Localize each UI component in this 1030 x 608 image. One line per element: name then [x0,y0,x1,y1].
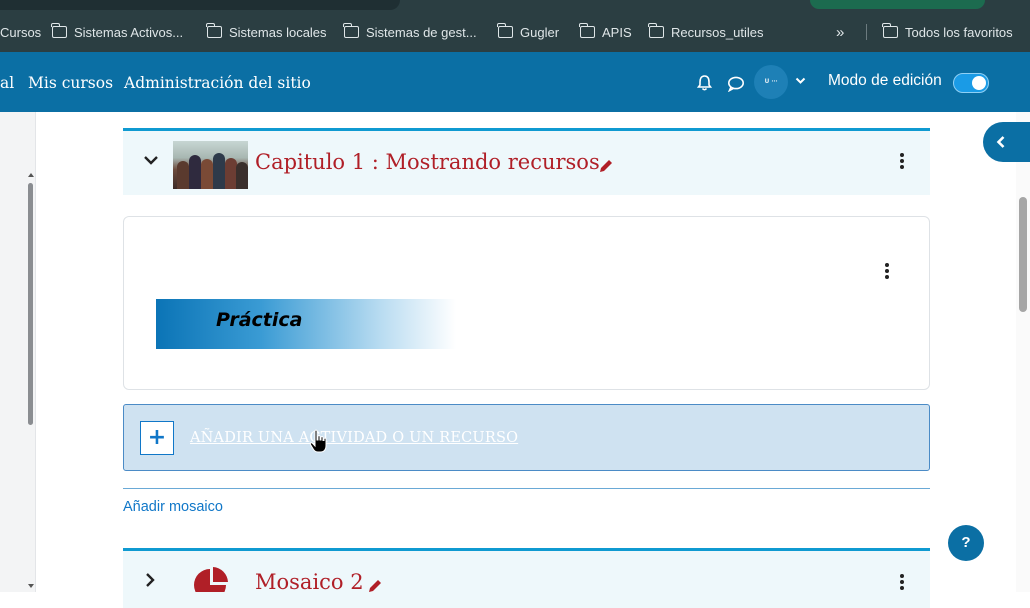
scroll-up-arrow-icon[interactable] [27,172,35,178]
drawer-scrollbar-thumb[interactable] [28,183,33,425]
nav-link-site-admin[interactable]: Administración del sitio [124,74,311,92]
browser-tab[interactable] [0,0,400,10]
avatar-logo-icon: U ⋯ [764,78,778,85]
browser-profile-pill[interactable] [810,0,985,9]
section-divider [123,488,930,489]
expand-chevron-icon[interactable] [145,572,156,588]
scroll-down-arrow-icon[interactable] [27,583,35,589]
bookmark-all-favorites[interactable]: Todos los favoritos [882,12,1013,52]
double-chevron-icon: » [836,23,845,41]
chat-bubble-icon[interactable] [727,75,745,92]
help-button[interactable]: ? [948,525,984,561]
practica-banner-text: Práctica [216,309,303,331]
folder-icon [882,23,898,38]
folder-icon [206,23,222,38]
bookmark-cursos[interactable]: Cursos [0,12,41,52]
section-title[interactable]: Mosaico 2 [255,570,364,594]
toggle-knob [972,76,986,90]
chevron-left-icon [996,136,1005,148]
bookmark-gugler[interactable]: Gugler [497,12,560,52]
edit-pencil-icon[interactable] [598,158,614,174]
browser-tab-strip [0,0,1030,12]
bookmark-label: Sistemas locales [229,24,327,40]
page-scrollbar-thumb[interactable] [1019,197,1027,312]
section-title[interactable]: Capitulo 1 : Mostrando recursos [255,150,600,174]
collapse-chevron-icon[interactable] [143,155,159,166]
plus-icon[interactable]: + [140,421,174,455]
bookmark-label: Sistemas de gest... [366,24,477,40]
edit-mode-label: Modo de edición [828,72,942,89]
bookmark-sistemas-locales[interactable]: Sistemas locales [206,12,327,52]
bookmark-sistemas-gestion[interactable]: Sistemas de gest... [343,12,477,52]
hand-pointer-cursor-icon [309,429,327,453]
bookmarks-divider [866,24,867,40]
folder-icon [51,23,67,38]
bookmark-sistemas-activos[interactable]: Sistemas Activos... [51,12,184,52]
bookmark-label: APIS [602,24,632,40]
bookmark-label: Gugler [520,24,560,40]
bookmark-label: Cursos [0,24,42,40]
nav-link-my-courses[interactable]: Mis cursos [28,74,113,92]
section-menu-kebab-icon[interactable] [900,153,904,171]
bookmark-recursos-utiles[interactable]: Recursos_utiles [648,12,764,52]
bookmark-label: Todos los favoritos [905,24,1013,40]
practica-banner: Práctica [156,299,456,349]
bookmark-label: Recursos_utiles [671,24,764,40]
user-avatar[interactable]: U ⋯ [754,65,788,99]
activity-menu-kebab-icon[interactable] [885,263,889,281]
section-menu-kebab-icon[interactable] [900,574,904,592]
section-header-mosaic-2 [123,548,930,608]
folder-icon [497,23,513,38]
nav-link-home[interactable]: al [0,74,14,92]
folder-icon [579,23,595,38]
open-block-drawer-button[interactable] [983,122,1030,162]
folder-icon [648,23,664,38]
add-mosaic-link[interactable]: Añadir mosaico [123,499,223,515]
section-thumbnail-image [173,141,248,189]
bookmark-label: Sistemas Activos... [74,24,184,40]
bookmarks-overflow-button[interactable]: » [836,12,844,52]
edit-mode-toggle[interactable] [953,73,989,93]
chevron-down-icon[interactable] [795,77,806,85]
pie-chart-icon [194,567,228,592]
bell-icon[interactable] [696,74,713,92]
bookmark-apis[interactable]: APIS [579,12,632,52]
bookmarks-bar: Cursos Sistemas Activos... Sistemas loca… [0,12,1030,52]
page-scrollbar-track[interactable] [1016,112,1030,592]
add-activity-link[interactable]: AÑADIR UNA ACTIVIDAD O UN RECURSO [190,430,518,446]
folder-icon [343,23,359,38]
